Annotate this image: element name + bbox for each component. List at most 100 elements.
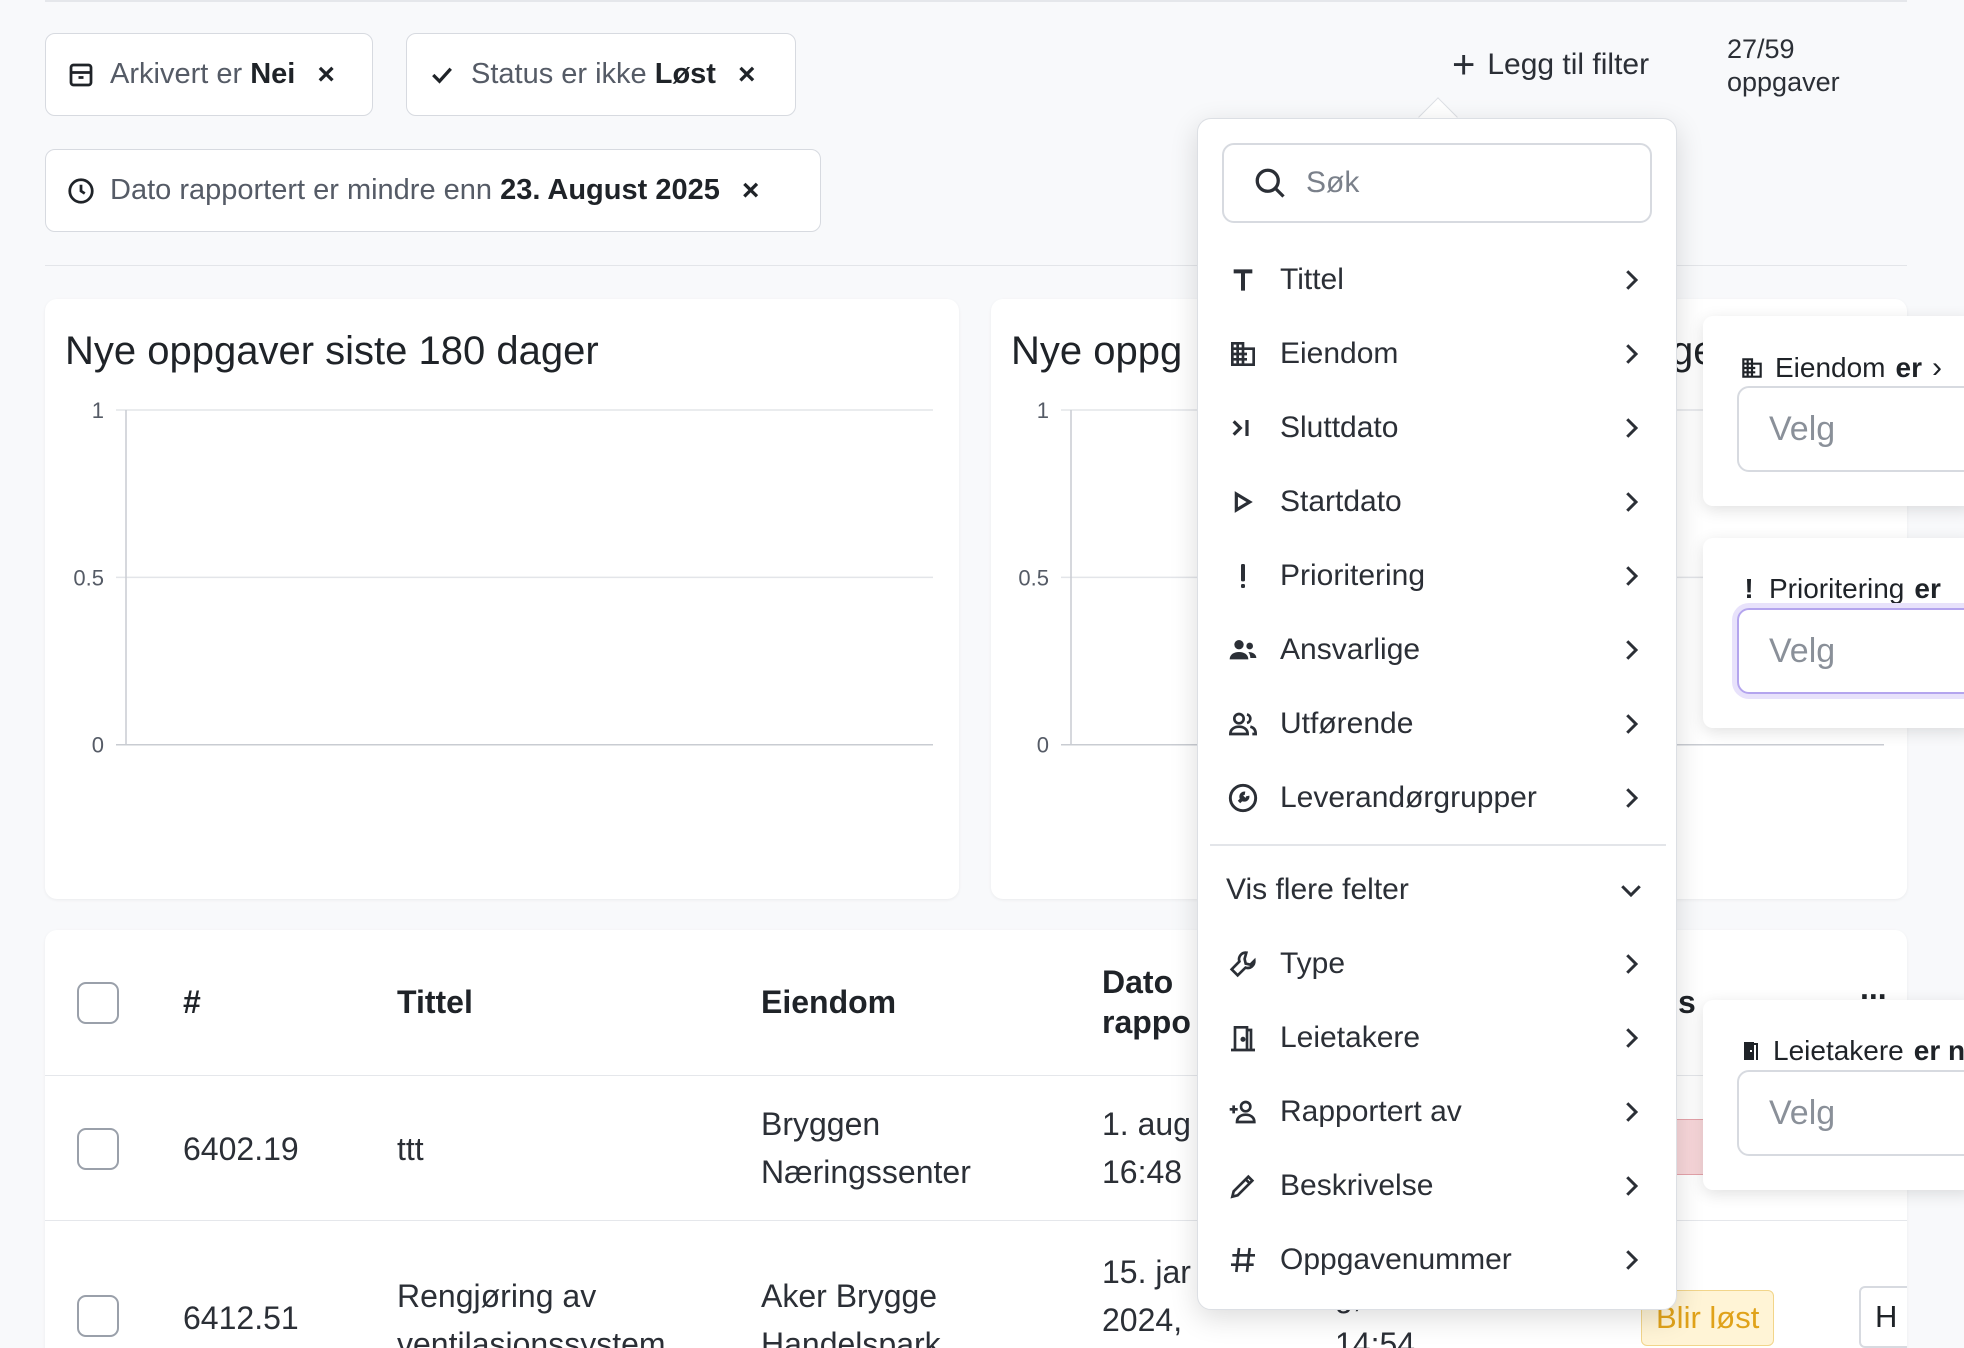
filter-chip-archived[interactable]: Arkivert er Nei × [45, 33, 373, 116]
tenants-select[interactable]: Velg [1737, 1070, 1964, 1156]
person-add-icon [1226, 1095, 1260, 1129]
menu-item-tenants[interactable]: Leietakere [1198, 1001, 1678, 1075]
chart-card-new-tasks: Nye oppgaver siste 180 dager 1 0.5 0 [45, 299, 959, 899]
menu-item-performers[interactable]: Utførende [1198, 687, 1678, 761]
dropdown-search-input[interactable]: Søk [1222, 143, 1652, 223]
show-more-fields-toggle[interactable]: Vis flere felter [1198, 853, 1678, 927]
filter-chip-label: Dato rapportert er mindre enn 23. August… [110, 174, 720, 206]
priority-select[interactable]: Velg [1737, 608, 1964, 694]
cell-date: 15. jar 2024, [1102, 1248, 1191, 1344]
cell-title-line1: Rengjøring av [397, 1278, 597, 1314]
menu-item-label: Oppgavenummer [1280, 1243, 1512, 1276]
row-checkbox[interactable] [77, 1128, 119, 1170]
remove-filter-icon[interactable]: × [738, 58, 756, 92]
chevron-right-icon [1626, 566, 1639, 586]
search-icon [1255, 168, 1285, 198]
wrench-icon [1226, 947, 1260, 981]
column-header-title[interactable]: Tittel [397, 984, 473, 1021]
add-filter-dropdown: Søk Tittel Eiendom Sluttdato Startdato P… [1197, 118, 1677, 1310]
add-filter-label: Legg til filter [1487, 48, 1650, 81]
side-filter-priority: ! Prioritering er Velg [1703, 538, 1964, 728]
menu-separator [1210, 844, 1666, 846]
task-counter: 27/59 oppgaver [1727, 33, 1840, 99]
menu-item-label: Sluttdato [1280, 411, 1399, 444]
chevron-right-icon [1626, 1102, 1639, 1122]
menu-item-label: Ansvarlige [1280, 633, 1421, 666]
filter-chip-date-reported[interactable]: Dato rapportert er mindre enn 23. August… [45, 149, 821, 232]
task-count-unit: oppgaver [1727, 67, 1840, 97]
door-icon [1226, 1021, 1260, 1055]
menu-item-supplier-groups[interactable]: Leverandørgrupper [1198, 761, 1678, 835]
side-filter-property: Eiendom er › Velg [1703, 316, 1964, 506]
play-icon [1226, 485, 1260, 519]
menu-item-label: Beskrivelse [1280, 1169, 1434, 1202]
column-header-date-reported[interactable]: Dato rappo [1102, 962, 1191, 1042]
check-icon [432, 67, 452, 84]
y-tick-label: 0 [92, 733, 104, 758]
menu-item-start-date[interactable]: Startdato [1198, 465, 1678, 539]
menu-item-title[interactable]: Tittel [1198, 243, 1678, 317]
menu-item-priority[interactable]: Prioritering [1198, 539, 1678, 613]
chevron-right-icon [1626, 1176, 1639, 1196]
menu-item-label: Prioritering [1280, 559, 1426, 592]
cell-property-line1: Aker Brygge [761, 1278, 938, 1314]
filter-chip-status[interactable]: Status er ikke Løst × [406, 33, 796, 116]
menu-item-reported-by[interactable]: Rapportert av [1198, 1075, 1678, 1149]
hash-icon [1226, 1243, 1260, 1277]
building-icon [1226, 337, 1260, 371]
chevron-right-icon [1626, 1028, 1639, 1048]
chevron-right-icon [1626, 270, 1639, 290]
menu-item-label: Tittel [1280, 263, 1344, 296]
menu-item-label: Type [1280, 947, 1346, 980]
cell-number: 6412.51 [183, 1300, 299, 1336]
remove-filter-icon[interactable]: × [317, 58, 335, 92]
clock-icon [68, 177, 94, 204]
row-checkbox[interactable] [77, 1295, 119, 1337]
cell-property: Bryggen Næringssenter [761, 1100, 971, 1196]
cell-date: 1. aug 16:48 [1102, 1100, 1191, 1196]
property-select[interactable]: Velg [1737, 386, 1964, 472]
chevron-right-icon [1626, 954, 1639, 974]
exclamation-icon: ! [1744, 573, 1754, 604]
building-icon [1742, 358, 1762, 378]
cell-date-line1: 1. aug [1102, 1106, 1191, 1142]
y-tick-label: 0.5 [1018, 565, 1049, 590]
column-header-number[interactable]: # [183, 984, 201, 1021]
column-header-status[interactable]: s [1678, 984, 1696, 1021]
menu-item-type[interactable]: Type [1198, 927, 1678, 1001]
column-header-property[interactable]: Eiendom [761, 984, 896, 1021]
chevron-right-icon [1626, 492, 1639, 512]
cell-property-line2: Næringssenter [761, 1154, 971, 1190]
action-button[interactable]: H [1859, 1286, 1907, 1348]
exclamation-icon [1226, 559, 1260, 593]
chevron-right-icon [1626, 1250, 1639, 1270]
column-header-date-line2: rappo [1102, 1004, 1191, 1040]
y-tick-label: 1 [92, 398, 104, 423]
y-tick-label: 0.5 [73, 565, 104, 590]
end-date-icon [1226, 411, 1260, 445]
add-filter-button[interactable]: + Legg til filter [1452, 45, 1649, 85]
top-border [45, 0, 1907, 2]
cell-property: Aker Brygge Handelspark [761, 1272, 941, 1348]
menu-item-end-date[interactable]: Sluttdato [1198, 391, 1678, 465]
menu-item-property[interactable]: Eiendom [1198, 317, 1678, 391]
cell-title: ttt [397, 1131, 424, 1167]
cell-title-line2: ventilasjonssystem [397, 1326, 666, 1348]
wrench-circle-icon [1226, 781, 1260, 815]
plus-icon: + [1452, 43, 1476, 87]
menu-item-description[interactable]: Beskrivelse [1198, 1149, 1678, 1223]
cell-date-line2: 16:48 [1102, 1154, 1183, 1190]
menu-item-task-number[interactable]: Oppgavenummer [1198, 1223, 1678, 1297]
cell-title: Rengjøring av ventilasjonssystem [397, 1272, 666, 1348]
menu-item-responsible[interactable]: Ansvarlige [1198, 613, 1678, 687]
people-outline-icon [1226, 707, 1260, 741]
cell-date-line1: 15. jar [1102, 1254, 1191, 1290]
task-count: 27/59 [1727, 34, 1795, 64]
remove-filter-icon[interactable]: × [742, 174, 760, 208]
cell-date-line2: 2024, [1102, 1302, 1183, 1338]
select-all-checkbox[interactable] [77, 982, 119, 1024]
chevron-right-icon [1626, 640, 1639, 660]
cell-number: 6402.19 [183, 1131, 299, 1167]
chevron-right-icon [1626, 714, 1639, 734]
archive-icon [69, 63, 93, 86]
